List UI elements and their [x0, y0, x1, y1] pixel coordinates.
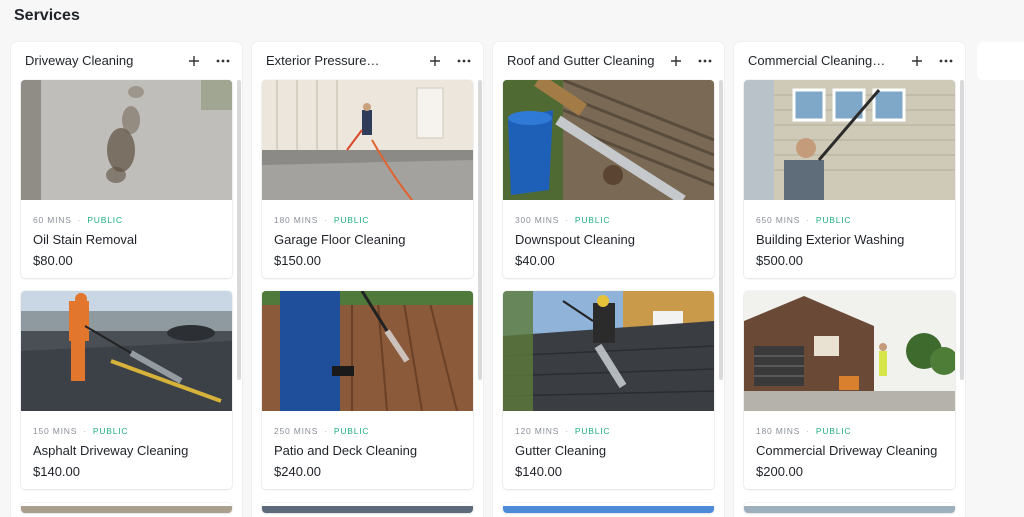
service-meta: 60 MINS · PUBLIC — [33, 215, 123, 225]
column-scrollbar[interactable] — [478, 80, 482, 380]
ellipsis-icon — [698, 59, 712, 63]
plus-icon — [912, 56, 922, 66]
service-name: Gutter Cleaning — [515, 443, 607, 458]
service-image-garage-floor — [262, 80, 473, 200]
service-name: Downspout Cleaning — [515, 232, 635, 247]
service-meta: 120 MINS · PUBLIC — [515, 426, 611, 436]
category-column-roof-gutter: Roof and Gutter Cleaning 300 MINS · PUBL… — [493, 42, 724, 517]
service-meta: 180 MINS · PUBLIC — [274, 215, 370, 225]
ellipsis-icon — [216, 59, 230, 63]
service-price: $240.00 — [274, 464, 321, 479]
service-card[interactable]: 120 MINS · PUBLIC Gutter Cleaning $140.00 — [503, 291, 714, 489]
column-menu-button[interactable] — [214, 52, 232, 70]
service-card[interactable]: 300 MINS · PUBLIC Downspout Cleaning $40.0… — [503, 80, 714, 278]
page-title: Services — [14, 7, 80, 24]
service-price: $500.00 — [756, 253, 803, 268]
service-card[interactable]: 650 MINS · PUBLIC Building Exterior Washin… — [744, 80, 955, 278]
column-menu-button[interactable] — [455, 52, 473, 70]
duration-label: 300 MINS — [515, 215, 560, 225]
service-card-partial[interactable] — [262, 503, 473, 513]
column-header: Commercial Cleaning… — [734, 42, 965, 80]
add-service-button[interactable] — [426, 52, 444, 70]
service-price: $40.00 — [515, 253, 555, 268]
service-name: Patio and Deck Cleaning — [274, 443, 418, 458]
category-column-exterior-pressure: Exterior Pressure… 180 MINS · PUBLIC Gar… — [252, 42, 483, 517]
service-image-downspout — [503, 80, 714, 200]
service-card-partial[interactable] — [21, 503, 232, 513]
services-board: Driveway Cleaning 60 MINS · PUBLIC Oil S… — [11, 42, 1024, 517]
duration-label: 60 MINS — [33, 215, 72, 225]
ellipsis-icon — [939, 59, 953, 63]
column-scrollbar[interactable] — [237, 80, 241, 380]
column-header: Roof and Gutter Cleaning — [493, 42, 724, 80]
category-column-driveway-cleaning: Driveway Cleaning 60 MINS · PUBLIC Oil S… — [11, 42, 242, 517]
service-price: $140.00 — [33, 464, 80, 479]
service-meta: 250 MINS · PUBLIC — [274, 426, 370, 436]
plus-icon — [189, 56, 199, 66]
service-image-patio-deck — [262, 291, 473, 411]
column-title: Driveway Cleaning — [25, 53, 134, 68]
service-image-asphalt-driveway — [21, 291, 232, 411]
category-column-commercial-cleaning: Commercial Cleaning… 650 MINS · PUBLIC B… — [734, 42, 965, 517]
column-title: Exterior Pressure… — [266, 53, 380, 68]
service-card-partial[interactable] — [503, 503, 714, 513]
add-service-button[interactable] — [185, 52, 203, 70]
visibility-badge: PUBLIC — [333, 215, 370, 225]
ellipsis-icon — [457, 59, 471, 63]
service-image-oil-stain — [21, 80, 232, 200]
service-price: $150.00 — [274, 253, 321, 268]
service-name: Commercial Driveway Cleaning — [756, 443, 938, 458]
visibility-badge: PUBLIC — [333, 426, 370, 436]
duration-label: 180 MINS — [274, 215, 319, 225]
plus-icon — [430, 56, 440, 66]
next-category-column[interactable] — [977, 42, 1024, 80]
duration-label: 250 MINS — [274, 426, 319, 436]
service-card[interactable]: 250 MINS · PUBLIC Patio and Deck Cleaning … — [262, 291, 473, 489]
service-name: Garage Floor Cleaning — [274, 232, 406, 247]
service-card[interactable]: 150 MINS · PUBLIC Asphalt Driveway Cleanin… — [21, 291, 232, 489]
service-name: Building Exterior Washing — [756, 232, 905, 247]
column-scrollbar[interactable] — [719, 80, 723, 380]
visibility-badge: PUBLIC — [815, 426, 852, 436]
column-menu-button[interactable] — [937, 52, 955, 70]
visibility-badge: PUBLIC — [92, 426, 129, 436]
column-title: Roof and Gutter Cleaning — [507, 53, 655, 68]
duration-label: 650 MINS — [756, 215, 801, 225]
column-title: Commercial Cleaning… — [748, 53, 886, 68]
service-meta: 180 MINS · PUBLIC — [756, 426, 852, 436]
column-header: Exterior Pressure… — [252, 42, 483, 80]
service-meta: 300 MINS · PUBLIC — [515, 215, 611, 225]
column-menu-button[interactable] — [696, 52, 714, 70]
visibility-badge: PUBLIC — [574, 426, 611, 436]
duration-label: 120 MINS — [515, 426, 560, 436]
service-card[interactable]: 60 MINS · PUBLIC Oil Stain Removal $80.00 — [21, 80, 232, 278]
service-price: $140.00 — [515, 464, 562, 479]
duration-label: 150 MINS — [33, 426, 78, 436]
service-card[interactable]: 180 MINS · PUBLIC Commercial Driveway Clea… — [744, 291, 955, 489]
plus-icon — [671, 56, 681, 66]
column-scrollbar[interactable] — [960, 80, 964, 380]
service-image-building-exterior — [744, 80, 955, 200]
duration-label: 180 MINS — [756, 426, 801, 436]
service-card-partial[interactable] — [744, 503, 955, 513]
service-card[interactable]: 180 MINS · PUBLIC Garage Floor Cleaning $1… — [262, 80, 473, 278]
service-image-gutter — [503, 291, 714, 411]
service-price: $80.00 — [33, 253, 73, 268]
add-service-button[interactable] — [667, 52, 685, 70]
service-name: Asphalt Driveway Cleaning — [33, 443, 189, 458]
add-service-button[interactable] — [908, 52, 926, 70]
visibility-badge: PUBLIC — [87, 215, 123, 225]
visibility-badge: PUBLIC — [574, 215, 611, 225]
service-name: Oil Stain Removal — [33, 232, 138, 247]
service-meta: 650 MINS · PUBLIC — [756, 215, 852, 225]
visibility-badge: PUBLIC — [815, 215, 852, 225]
service-price: $200.00 — [756, 464, 803, 479]
service-image-commercial-driveway — [744, 291, 955, 411]
service-meta: 150 MINS · PUBLIC — [33, 426, 129, 436]
column-header: Driveway Cleaning — [11, 42, 242, 80]
